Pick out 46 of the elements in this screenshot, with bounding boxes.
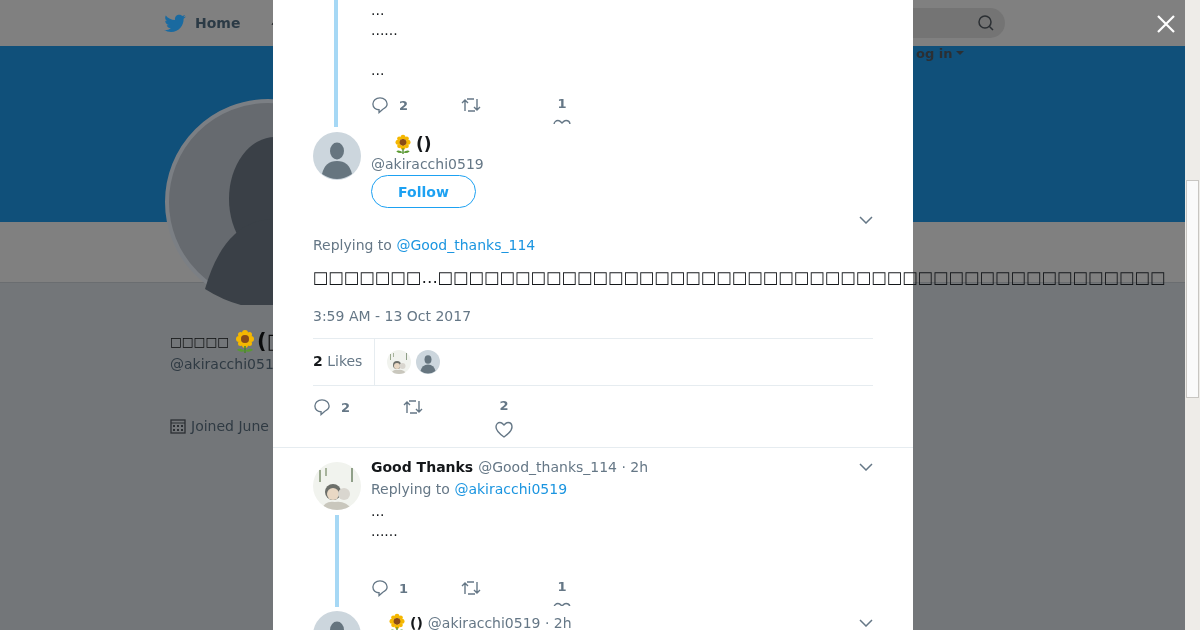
user-handle[interactable]: @akiracchi0519 · 2h (427, 615, 572, 630)
scrollbar[interactable] (1185, 0, 1200, 630)
replying-to-text: Replying to @Good_thanks_114 (313, 237, 537, 253)
like-count: 2 (499, 398, 509, 413)
chevron-icon (859, 463, 873, 471)
tweet-text: ... (371, 61, 386, 80)
tweet-timestamp[interactable]: 3:59 AM - 13 Oct 2017 (313, 308, 873, 324)
display-name[interactable]: () (416, 134, 432, 154)
reply-count: 2 (341, 399, 351, 415)
display-name[interactable]: Good Thanks (371, 459, 474, 475)
reply-icon (371, 96, 389, 114)
display-name[interactable]: () (410, 615, 423, 630)
retweet-icon (461, 96, 481, 114)
reply-count: 2 (399, 97, 409, 113)
heart-icon (495, 421, 513, 438)
scrollbar-thumb[interactable] (1186, 180, 1199, 398)
close-icon[interactable] (1156, 14, 1176, 34)
caret-icon (956, 50, 965, 56)
like-count: 1 (557, 96, 567, 111)
profile-name: □□□□□ (170, 333, 230, 349)
chevron-icon (859, 619, 873, 627)
mention-link[interactable]: @akiracchi0519 (454, 481, 568, 497)
chevron-icon (859, 216, 873, 224)
user-handle[interactable]: @akiracchi0519 (371, 156, 484, 172)
profile-handle: @akiracchi051 (170, 356, 274, 372)
avatar (416, 350, 441, 374)
retweet-icon (461, 579, 481, 597)
replying-to-text: Replying to @akiracchi0519 (371, 481, 569, 497)
bird-icon (163, 12, 187, 34)
user-handle[interactable]: @Good_thanks_114 · 2h (478, 459, 649, 475)
search-icon (977, 14, 996, 32)
reply-icon (313, 398, 331, 416)
likes-count[interactable]: 2 Likes (313, 339, 376, 385)
avatar (313, 132, 361, 180)
reply-icon (371, 579, 389, 597)
tweet-text: ... ...... (371, 1, 399, 40)
tweet-text: ... ...... (371, 502, 399, 541)
reply-count: 1 (399, 580, 409, 596)
retweet-icon (403, 398, 423, 416)
home-link[interactable]: Home (195, 15, 241, 31)
like-count: 1 (557, 579, 567, 594)
tweet-text: □□□□□□□…□□□□□□□□□□□□□□□□□□□□□□□□□□□□□□□□□□□□□□□□□□□□□□□ (313, 267, 1166, 289)
mention-link[interactable]: @Good_thanks_114 (396, 237, 536, 253)
joined-date: Joined June (191, 418, 269, 434)
calendar-icon (170, 418, 186, 434)
follow-button[interactable]: Follow (371, 175, 476, 208)
